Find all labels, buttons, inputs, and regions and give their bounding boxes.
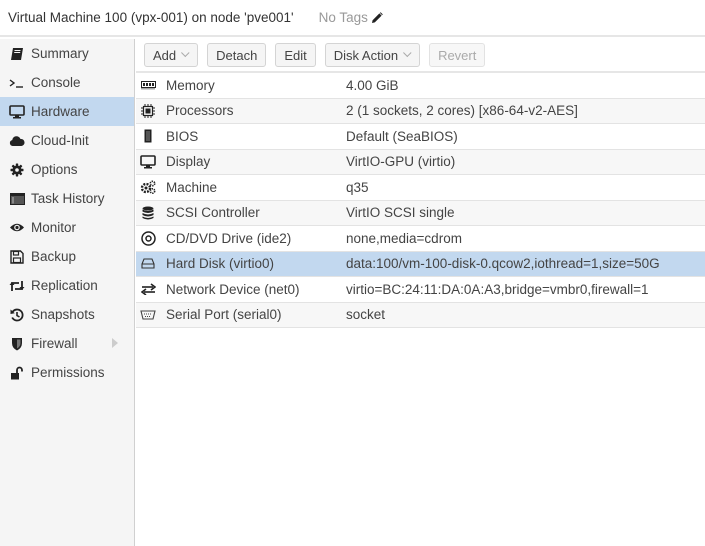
desktop-icon [140,154,156,169]
disk-action-label: Disk Action [333,47,399,63]
terminal-icon [9,75,25,91]
cpu-icon [140,103,156,118]
tags-label: No Tags [318,10,368,25]
hdd-icon [140,257,156,271]
sidebar-item-replication[interactable]: Replication [0,271,134,300]
page-title: Virtual Machine 100 (vpx-001) on node 'p… [8,10,294,25]
memory-icon [140,78,156,92]
sidebar-item-firewall[interactable]: Firewall [0,329,134,358]
sidebar-item-label: Snapshots [31,307,95,322]
row-name: Serial Port (serial0) [166,307,282,323]
row-name: Display [166,154,211,170]
sidebar-item-summary[interactable]: Summary [0,39,134,68]
sidebar-item-label: Summary [31,46,89,61]
database-icon [140,206,156,220]
shield-icon [9,336,25,352]
microchip-icon [140,129,156,143]
pencil-icon[interactable] [371,11,383,24]
table-row[interactable]: Network Device (net0) virtio=BC:24:11:DA… [136,277,705,303]
table-row[interactable]: Processors 2 (1 sockets, 2 cores) [x86-6… [136,98,705,124]
row-name: CD/DVD Drive (ide2) [166,230,292,246]
sidebar-item-label: Firewall [31,336,78,351]
row-value: socket [346,307,386,323]
revert-button[interactable]: Revert [429,43,486,67]
edit-button[interactable]: Edit [275,43,316,67]
add-label: Add [153,47,177,63]
row-name: Memory [166,77,215,93]
unlock-icon [9,365,25,381]
eye-icon [9,220,25,236]
page-header: Virtual Machine 100 (vpx-001) on node 'p… [0,0,705,37]
sidebar-item-label: Options [31,162,78,177]
add-button[interactable]: Add [144,43,199,67]
table-row[interactable]: Serial Port (serial0) socket [136,302,705,328]
toolbar: Add Detach Edit Disk Action Revert [136,39,705,73]
sidebar-item-label: Backup [31,249,77,264]
serial-port-icon [140,308,156,322]
sidebar-item-hardware[interactable]: Hardware [0,97,134,126]
chevron-down-icon [403,48,412,58]
sidebar: Summary Console Hardware Cloud-Init Opti… [0,39,135,546]
tags-area[interactable]: No Tags [319,10,383,25]
row-value: none,media=cdrom [346,230,462,246]
table-row[interactable]: SCSI Controller VirtIO SCSI single [136,200,705,226]
sidebar-item-label: Permissions [31,365,105,380]
table-row[interactable]: Display VirtIO-GPU (virtio) [136,149,705,175]
row-name: Machine [166,179,218,195]
book-icon [9,46,25,62]
row-value: 2 (1 sockets, 2 cores) [x86-64-v2-AES] [346,103,578,119]
sidebar-item-label: Replication [31,278,98,293]
chevron-down-icon [181,48,190,58]
cogs-icon [140,180,156,195]
hardware-grid: Memory 4.00 GiB Processors 2 (1 sockets,… [136,73,705,328]
table-row[interactable]: Hard Disk (virtio0) data:100/vm-100-disk… [136,251,705,277]
table-row[interactable]: Machine q35 [136,175,705,201]
row-value: VirtIO-GPU (virtio) [346,154,456,170]
row-name: BIOS [166,128,199,144]
sidebar-item-options[interactable]: Options [0,155,134,184]
sidebar-item-label: Console [31,75,81,90]
row-name: SCSI Controller [166,205,260,221]
row-name: Processors [166,103,234,119]
sidebar-item-cloud-init[interactable]: Cloud-Init [0,126,134,155]
row-name: Hard Disk (virtio0) [166,256,275,272]
row-value: q35 [346,179,369,195]
row-name: Network Device (net0) [166,281,300,297]
list-window-icon [9,191,25,207]
sidebar-item-task-history[interactable]: Task History [0,184,134,213]
sidebar-item-label: Hardware [31,104,90,119]
row-value: Default (SeaBIOS) [346,128,458,144]
sidebar-item-permissions[interactable]: Permissions [0,358,134,387]
cloud-icon [9,133,25,149]
expand-arrow-icon[interactable] [112,338,118,348]
row-value: data:100/vm-100-disk-0.qcow2,iothread=1,… [346,256,660,272]
desktop-icon [9,104,25,120]
disk-action-button[interactable]: Disk Action [324,43,421,67]
row-value: VirtIO SCSI single [346,205,455,221]
sidebar-item-label: Task History [31,191,105,206]
cdrom-icon [140,231,156,246]
sidebar-item-label: Monitor [31,220,77,235]
sidebar-item-snapshots[interactable]: Snapshots [0,300,134,329]
table-row[interactable]: BIOS Default (SeaBIOS) [136,124,705,150]
row-value: 4.00 GiB [346,77,399,93]
gear-icon [9,162,25,178]
sidebar-item-console[interactable]: Console [0,68,134,97]
row-value: virtio=BC:24:11:DA:0A:A3,bridge=vmbr0,fi… [346,281,649,297]
detach-button[interactable]: Detach [207,43,267,67]
table-row[interactable]: Memory 4.00 GiB [136,73,705,99]
retweet-icon [9,278,25,294]
floppy-icon [9,249,25,265]
sidebar-item-label: Cloud-Init [31,133,89,148]
sidebar-item-backup[interactable]: Backup [0,242,134,271]
hardware-panel: Add Detach Edit Disk Action Revert Memor… [136,39,705,546]
history-icon [9,307,25,323]
table-row[interactable]: CD/DVD Drive (ide2) none,media=cdrom [136,226,705,252]
exchange-icon [140,282,156,296]
sidebar-item-monitor[interactable]: Monitor [0,213,134,242]
